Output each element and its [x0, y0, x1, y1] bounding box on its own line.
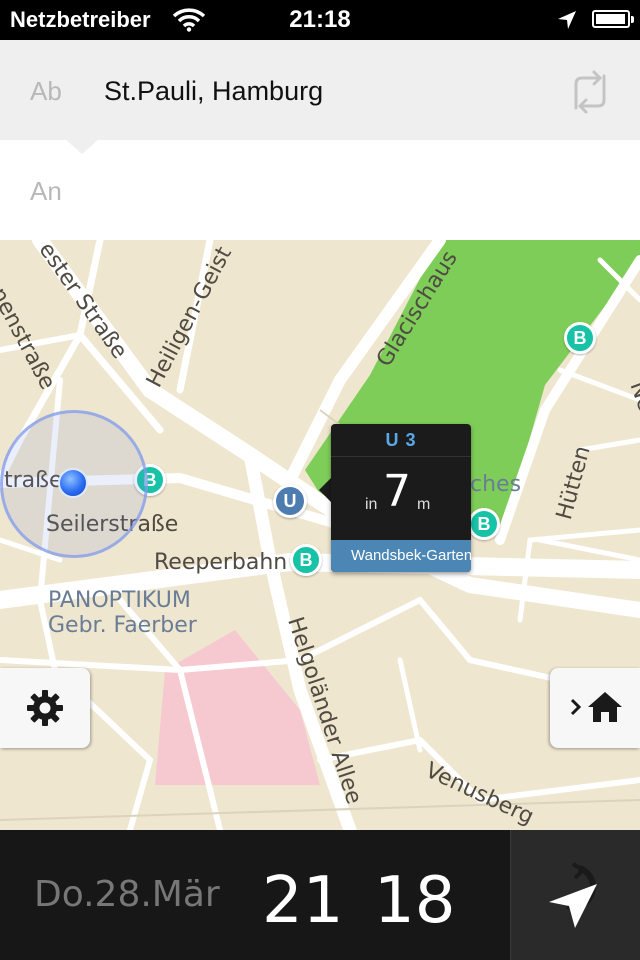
battery-fill [596, 14, 625, 24]
bus-stop-marker[interactable]: B [564, 322, 596, 354]
gear-icon [25, 688, 65, 733]
status-time: 21:18 [289, 6, 351, 33]
navigate-button[interactable] [510, 830, 640, 960]
departure-line: U 3 [331, 424, 471, 457]
departure-minutes: 7 [383, 466, 411, 517]
map-view[interactable]: Annenstraße ester Straße Heiligen-Geist … [0, 240, 640, 830]
date-picker[interactable]: Do.28.Mär [34, 874, 220, 915]
current-location-dot [58, 468, 88, 498]
to-label: An [30, 176, 62, 206]
departure-unit: m [417, 496, 431, 513]
street-label: Reeperbahn [154, 550, 288, 575]
poi-name: PANOPTIKUM [48, 588, 191, 613]
from-value[interactable]: St.Pauli, Hamburg [104, 76, 323, 107]
departure-time-bar: Do.28.Mär 21 18 [0, 830, 640, 960]
battery-icon [592, 10, 634, 28]
field-notch [64, 138, 100, 154]
go-home-button[interactable] [550, 668, 640, 748]
navigation-arrow-icon [539, 858, 609, 939]
departure-popup[interactable]: U 3 in 7 m Wandsbek-Gartenstadt [331, 424, 471, 572]
ubahn-stop-marker[interactable]: U [273, 484, 307, 518]
chevron-right-icon [570, 696, 582, 723]
popup-pointer [319, 478, 331, 502]
bus-stop-marker[interactable]: B [468, 508, 500, 540]
from-label: Ab [30, 76, 62, 106]
poi-panoptikum: PANOPTIKUM Gebr. Faerber [48, 588, 197, 638]
to-field[interactable]: An [0, 140, 640, 240]
bus-stop-marker[interactable]: B [290, 544, 322, 576]
swap-route-icon[interactable] [566, 68, 614, 121]
location-arrow-icon [556, 9, 578, 36]
departure-destination: Wandsbek-Gartenstadt [331, 540, 471, 572]
street-label: ches [470, 472, 522, 497]
status-bar: Netzbetreiber 21:18 [0, 0, 640, 40]
from-field[interactable]: Ab St.Pauli, Hamburg [0, 40, 640, 140]
poi-subtitle: Gebr. Faerber [48, 613, 197, 638]
home-icon [586, 690, 624, 729]
settings-button[interactable] [0, 668, 90, 748]
hour-picker[interactable]: 21 [262, 864, 343, 938]
minute-picker[interactable]: 18 [374, 864, 455, 938]
departure-in-label: in [365, 496, 378, 513]
